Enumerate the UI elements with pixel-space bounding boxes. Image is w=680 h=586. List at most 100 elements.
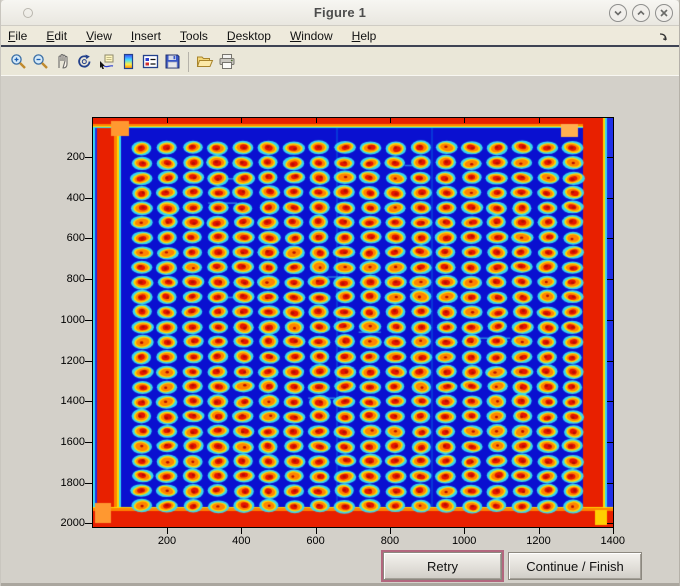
y-tick-mark <box>85 197 92 199</box>
chevron-down-icon <box>614 10 622 16</box>
colorbar-button[interactable] <box>117 51 139 73</box>
pan-button[interactable] <box>51 51 73 73</box>
data-cursor-icon <box>99 54 113 69</box>
y-tick-mark <box>85 157 92 158</box>
minimize-button[interactable] <box>609 4 627 22</box>
y-tick-mark-right <box>607 441 613 443</box>
menu-window[interactable]: Window <box>290 27 343 45</box>
rotate-3d-button[interactable] <box>73 51 95 73</box>
x-tick-mark <box>241 528 243 534</box>
y-tick-mark <box>85 441 92 443</box>
y-tick-label: 200 <box>66 151 85 163</box>
x-tick-mark-top <box>315 118 317 123</box>
toolbar-separator <box>188 51 189 72</box>
y-tick-label: 2000 <box>60 517 85 530</box>
y-tick-mark-right <box>607 279 613 281</box>
print-button[interactable] <box>216 51 238 73</box>
x-tick-label: 800 <box>380 535 400 547</box>
open-button[interactable] <box>194 51 216 73</box>
open-folder-icon <box>196 56 214 67</box>
y-tick-mark <box>85 523 92 525</box>
y-tick-mark <box>85 319 92 321</box>
y-tick-label: 600 <box>66 232 85 245</box>
zoom-out-icon <box>32 54 48 69</box>
colorbar-icon <box>123 53 133 70</box>
y-tick-mark <box>85 279 92 281</box>
zoom-in-icon <box>10 54 26 69</box>
x-tick-label: 400 <box>232 535 251 547</box>
dock-figure-button[interactable] <box>658 30 669 48</box>
x-tick-mark-top <box>612 118 614 123</box>
continue-finish-button[interactable]: Continue / Finish <box>508 552 642 580</box>
y-tick-mark <box>85 238 92 240</box>
figure-canvas-area: Retry Continue / Finish 200 400 600 800 1000… <box>1 76 679 586</box>
y-tick-label: 1400 <box>60 395 85 408</box>
x-tick-mark-top <box>389 118 391 123</box>
x-tick-mark <box>464 528 466 534</box>
y-tick-label: 1000 <box>60 313 85 326</box>
x-tick-mark <box>315 528 317 534</box>
save-button[interactable] <box>161 51 183 73</box>
print-icon <box>219 54 235 69</box>
y-tick-mark-right <box>607 523 613 525</box>
menubar: File Edit View Insert Tools Desktop Wind… <box>1 26 679 47</box>
x-tick-mark <box>167 528 168 534</box>
retry-button[interactable]: Retry <box>383 552 502 580</box>
menu-desktop[interactable]: Desktop <box>227 27 281 45</box>
figure-toolbar <box>1 47 679 76</box>
x-tick-mark <box>538 528 540 534</box>
chevron-up-icon <box>637 10 645 16</box>
y-tick-label: 1600 <box>60 435 85 448</box>
y-tick-mark-right <box>607 238 613 240</box>
zoom-out-button[interactable] <box>29 51 51 73</box>
insert-legend-button[interactable] <box>139 51 161 73</box>
close-icon <box>660 9 668 17</box>
rotate-3d-icon <box>77 54 90 68</box>
y-tick-label: 1200 <box>60 354 85 367</box>
menu-view[interactable]: View <box>86 27 122 45</box>
x-tick-label: 1000 <box>451 535 477 547</box>
close-button[interactable] <box>655 4 673 22</box>
figure-image[interactable] <box>93 118 613 527</box>
y-tick-mark-right <box>607 197 613 199</box>
zoom-in-button[interactable] <box>7 51 29 73</box>
y-tick-mark-right <box>607 482 613 484</box>
maximize-button[interactable] <box>632 4 650 22</box>
y-tick-mark <box>85 401 92 403</box>
window-title: Figure 1 <box>313 5 367 20</box>
menu-help[interactable]: Help <box>352 27 387 45</box>
menu-edit[interactable]: Edit <box>46 27 77 45</box>
y-tick-label: 400 <box>66 191 85 204</box>
hand-pan-icon <box>57 54 68 69</box>
figure-window: Figure 1 File Edit View Insert Tools Des… <box>0 0 680 586</box>
y-tick-mark-right <box>607 360 613 362</box>
x-tick-mark <box>612 528 614 534</box>
y-tick-mark-right <box>607 319 613 321</box>
y-tick-label: 800 <box>66 273 85 286</box>
y-tick-mark-right <box>607 401 613 403</box>
x-tick-mark <box>389 528 391 534</box>
x-tick-label: 200 <box>157 535 177 547</box>
data-cursor-button[interactable] <box>95 51 117 73</box>
x-tick-mark-top <box>538 118 540 123</box>
save-icon <box>165 54 179 69</box>
menu-insert[interactable]: Insert <box>131 27 171 45</box>
y-tick-mark <box>85 360 92 362</box>
window-controls <box>609 4 673 22</box>
x-tick-mark-top <box>464 118 466 123</box>
y-tick-mark <box>85 482 92 484</box>
titlebar[interactable]: Figure 1 <box>1 0 679 26</box>
x-tick-label: 1400 <box>600 535 626 547</box>
menu-file[interactable]: File <box>8 27 37 45</box>
menu-tools[interactable]: Tools <box>180 27 218 45</box>
legend-icon <box>142 54 158 69</box>
window-icon <box>23 8 33 18</box>
plot-axes <box>92 117 614 528</box>
y-tick-label: 1800 <box>60 476 85 489</box>
x-tick-label: 1200 <box>526 535 551 547</box>
x-tick-mark-top <box>167 118 168 123</box>
x-tick-label: 600 <box>306 535 325 547</box>
x-tick-mark-top <box>241 118 243 123</box>
y-tick-mark-right <box>607 157 613 158</box>
dock-arrow-icon <box>659 33 667 41</box>
